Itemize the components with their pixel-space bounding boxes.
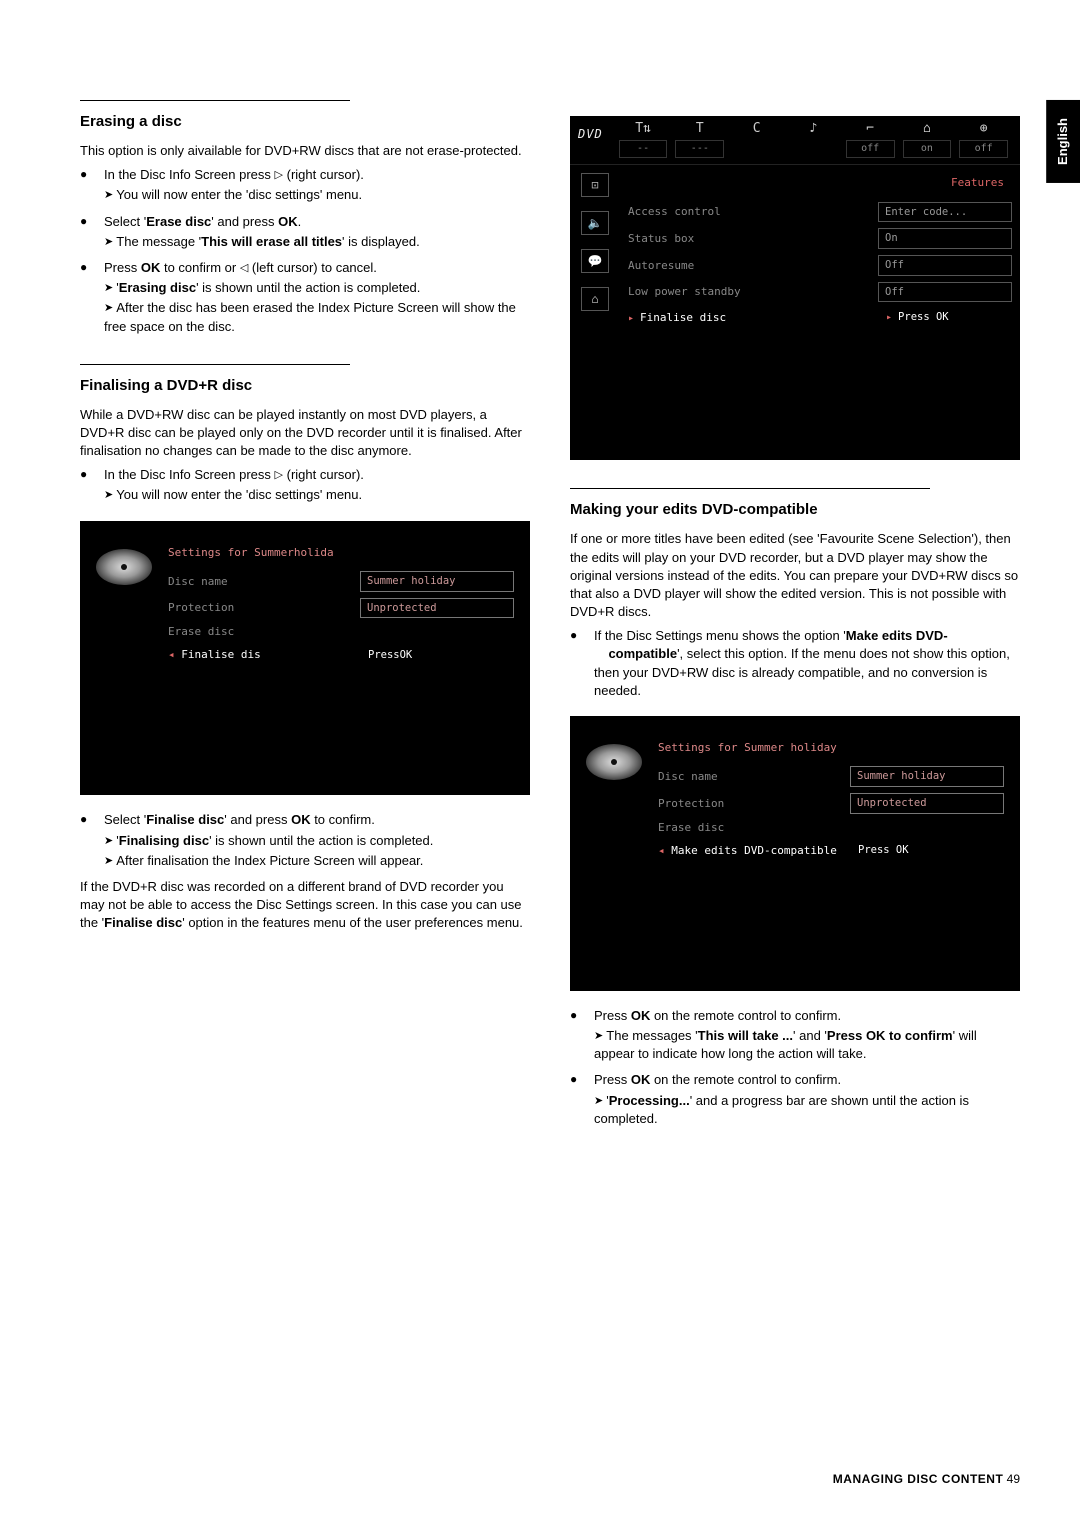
osd-features-label: Features	[628, 171, 1012, 198]
left-cursor-icon	[240, 260, 248, 275]
osd-row: Finalise disPressOK	[168, 643, 514, 668]
compat-step-1: If the Disc Settings menu shows the opti…	[570, 627, 1020, 700]
osd-row: ProtectionUnprotected	[658, 790, 1004, 817]
erase-step-3: Press OK to confirm or (left cursor) to …	[80, 259, 530, 336]
osd-a-title: Settings for Summerholida	[168, 545, 514, 560]
osd-row: ProtectionUnprotected	[168, 595, 514, 622]
heading-finalising-dvdr: Finalising a DVD+R disc	[80, 364, 350, 396]
language-tab: English	[1046, 100, 1080, 183]
finalising-note: If the DVD+R disc was recorded on a diff…	[80, 878, 530, 933]
dvd-logo: DVD	[578, 120, 613, 160]
osd-row: Make edits DVD-compatiblePress OK	[658, 838, 1004, 863]
compat-step-3: Press OK on the remote control to confir…	[570, 1071, 1020, 1128]
osd-top-cell: T---	[671, 120, 728, 160]
disc-icon	[96, 549, 152, 585]
osd-row: Disc nameSummer holiday	[168, 568, 514, 595]
heading-making-edits-compatible: Making your edits DVD-compatible	[570, 488, 930, 520]
compat-step-2: Press OK on the remote control to confir…	[570, 1007, 1020, 1064]
erasing-intro: This option is only aivailable for DVD+R…	[80, 142, 530, 160]
osd-row: Finalise discPress OK	[628, 305, 1012, 330]
erase-step-2: Select 'Erase disc' and press OK. The me…	[80, 213, 530, 251]
osd-side-icon: ⊡	[581, 173, 609, 197]
osd-top-cell: ⊕off	[955, 120, 1012, 160]
disc-icon	[586, 744, 642, 780]
osd-disc-settings-compat: Settings for Summer holiday Disc nameSum…	[570, 716, 1020, 991]
osd-row: Status boxOn	[628, 225, 1012, 252]
right-cursor-icon	[275, 167, 283, 182]
osd-row: Low power standbyOff	[628, 279, 1012, 306]
finalising-intro: While a DVD+RW disc can be played instan…	[80, 406, 530, 461]
osd-top-cell: ⌂on	[899, 120, 956, 160]
osd-side-icon: 🔈	[581, 211, 609, 235]
right-column: DVD T⇅--T---C♪⌐off⌂on⊕off ⊡🔈💬⌂ Features …	[570, 100, 1020, 1136]
finalise-step-1: In the Disc Info Screen press (right cur…	[80, 466, 530, 504]
osd-top-cell: C	[728, 120, 785, 160]
erase-step-1: In the Disc Info Screen press (right cur…	[80, 166, 530, 204]
osd-side-icon: ⌂	[581, 287, 609, 311]
osd-b-title: Settings for Summer holiday	[658, 740, 1004, 755]
left-column: Erasing a disc This option is only aivai…	[80, 100, 530, 1136]
page-footer: MANAGING DISC CONTENT 49	[833, 1471, 1020, 1488]
finalise-step-2: Select 'Finalise disc' and press OK to c…	[80, 811, 530, 870]
right-cursor-icon	[275, 467, 283, 482]
osd-top-cell: ♪	[785, 120, 842, 160]
osd-disc-settings-finalise: Settings for Summerholida Disc nameSumme…	[80, 521, 530, 796]
osd-top-cell: T⇅--	[615, 120, 672, 160]
heading-erasing-disc: Erasing a disc	[80, 100, 350, 132]
osd-row: Disc nameSummer holiday	[658, 763, 1004, 790]
compat-intro: If one or more titles have been edited (…	[570, 530, 1020, 621]
osd-row: AutoresumeOff	[628, 252, 1012, 279]
osd-top-cell: ⌐off	[842, 120, 899, 160]
osd-row: Access controlEnter code...	[628, 199, 1012, 226]
osd-features-menu: DVD T⇅--T---C♪⌐off⌂on⊕off ⊡🔈💬⌂ Features …	[570, 116, 1020, 460]
osd-row: Erase disc	[168, 621, 514, 642]
osd-row: Erase disc	[658, 817, 1004, 838]
osd-side-icon: 💬	[581, 249, 609, 273]
